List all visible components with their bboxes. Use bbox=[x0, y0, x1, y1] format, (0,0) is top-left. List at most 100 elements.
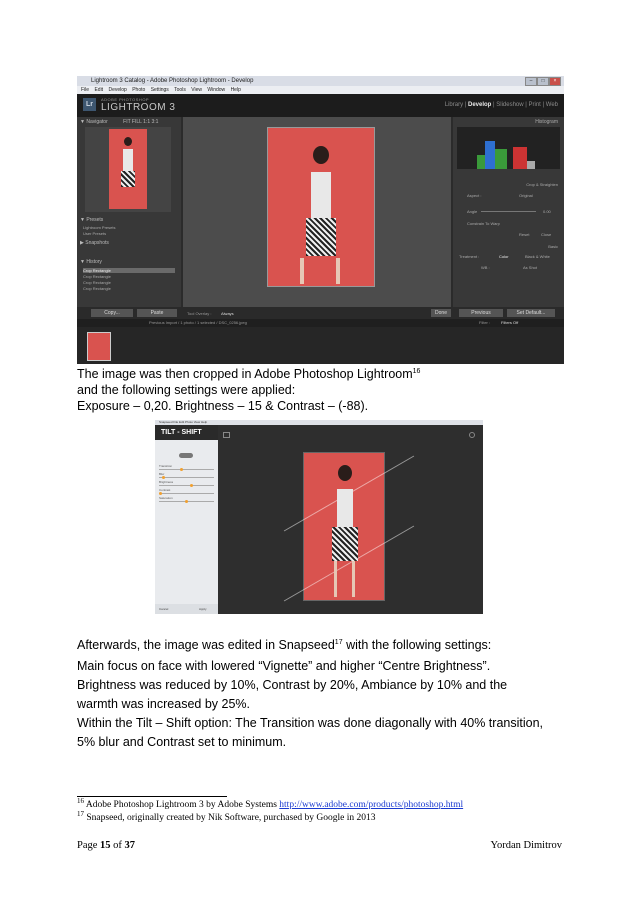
navigator-header[interactable]: ▼ Navigator FIT FILL 1:1 3:1 bbox=[80, 118, 178, 126]
menu-photo[interactable]: Photo bbox=[132, 87, 145, 93]
filmstrip-thumbnail[interactable] bbox=[87, 332, 111, 361]
page-label: Page bbox=[77, 840, 101, 851]
basic-header[interactable]: Basic bbox=[548, 244, 558, 249]
menu-edit[interactable]: Edit bbox=[94, 87, 103, 93]
sn-apply-button[interactable]: Apply bbox=[199, 604, 207, 614]
copy-button[interactable]: Copy... bbox=[91, 309, 133, 317]
subject-body bbox=[311, 172, 331, 218]
aspect-label: Aspect : bbox=[467, 193, 482, 198]
tool-overlay-value[interactable]: Always bbox=[221, 311, 234, 316]
search-icon[interactable] bbox=[469, 432, 475, 438]
slider-knob[interactable] bbox=[190, 484, 193, 487]
lr-window-title: Lightroom 3 Catalog - Adobe Photoshop Li… bbox=[91, 78, 254, 84]
previous-button[interactable]: Previous bbox=[459, 309, 503, 317]
paragraph-line: Exposure – 0,20. Brightness – 15 & Contr… bbox=[77, 399, 369, 413]
subject-leg bbox=[336, 258, 340, 284]
module-web[interactable]: Web bbox=[546, 102, 558, 108]
treatment-bw[interactable]: Black & White bbox=[525, 254, 550, 259]
history-item[interactable]: Crop Rectangle bbox=[83, 286, 175, 291]
slider-label: Transition bbox=[159, 464, 173, 468]
slider-knob[interactable] bbox=[185, 500, 188, 503]
filter-label: Filter : bbox=[479, 320, 491, 325]
filmstrip-header: Previous Import / 1 photo / 1 selected /… bbox=[77, 319, 564, 327]
subject-skirt bbox=[306, 218, 336, 256]
menu-window[interactable]: Window bbox=[207, 87, 225, 93]
page-of: of bbox=[110, 840, 125, 851]
slider-label: Saturation bbox=[159, 496, 173, 500]
module-print[interactable]: Print bbox=[529, 102, 541, 108]
paste-button[interactable]: Paste bbox=[137, 309, 177, 317]
filmstrip-path[interactable]: Previous Import / 1 photo / 1 selected /… bbox=[149, 320, 247, 325]
crop-reset-button[interactable]: Reset bbox=[519, 232, 529, 237]
close-button[interactable]: × bbox=[549, 77, 561, 86]
menu-settings[interactable]: Settings bbox=[151, 87, 169, 93]
module-picker: Library | Develop | Slideshow | Print | … bbox=[444, 102, 558, 108]
constrain-checkbox[interactable]: Constrain To Warp bbox=[467, 221, 500, 226]
menu-help[interactable]: Help bbox=[231, 87, 241, 93]
slider-knob[interactable] bbox=[180, 468, 183, 471]
treatment-label: Treatment : bbox=[459, 254, 480, 259]
footnote-separator bbox=[77, 796, 227, 797]
filter-value[interactable]: Filters Off bbox=[501, 319, 518, 327]
module-slideshow[interactable]: Slideshow bbox=[496, 102, 523, 108]
module-develop[interactable]: Develop bbox=[468, 102, 491, 108]
lr-toolbar: Copy... Paste Tool Overlay : Always Done… bbox=[77, 307, 564, 319]
snapshots-label: Snapshots bbox=[85, 240, 109, 246]
slider-label: Brightness bbox=[159, 480, 174, 484]
snapseed-photo[interactable] bbox=[283, 452, 415, 602]
subject-head bbox=[124, 137, 132, 146]
body-text: Afterwards, the image was edited in Snap… bbox=[77, 638, 335, 652]
crop-tool-title: Crop & Straighten bbox=[526, 182, 558, 187]
lr-logo-icon: Lr bbox=[83, 98, 96, 111]
crop-close-button[interactable]: Close bbox=[541, 232, 551, 237]
footnote-text: Adobe Photoshop Lightroom 3 by Adobe Sys… bbox=[84, 800, 280, 810]
maximize-button[interactable]: □ bbox=[537, 77, 549, 86]
subject-leg bbox=[334, 561, 337, 597]
lr-menubar: File Edit Develop Photo Settings Tools V… bbox=[77, 86, 564, 94]
cropped-photo[interactable] bbox=[267, 127, 375, 287]
treatment-color[interactable]: Color bbox=[499, 254, 509, 259]
lr-left-panel: ▼ Navigator FIT FILL 1:1 3:1 ▼ Presets L… bbox=[77, 117, 181, 307]
angle-value[interactable]: 0.00 bbox=[543, 209, 551, 214]
navigator-zoom[interactable]: FIT FILL 1:1 3:1 bbox=[123, 119, 158, 125]
slider-knob[interactable] bbox=[162, 476, 165, 479]
menu-view[interactable]: View bbox=[191, 87, 202, 93]
set-default-button[interactable]: Set Default... bbox=[507, 309, 555, 317]
angle-slider[interactable] bbox=[481, 211, 536, 212]
preset-item[interactable]: Lightroom Presets bbox=[83, 225, 175, 230]
done-button[interactable]: Done bbox=[431, 309, 451, 317]
paragraph-line: Afterwards, the image was edited in Snap… bbox=[77, 637, 491, 653]
preset-item[interactable]: User Presets bbox=[83, 231, 175, 236]
menu-develop[interactable]: Develop bbox=[108, 87, 126, 93]
tilt-shift-toggle[interactable] bbox=[179, 453, 193, 458]
sn-cancel-button[interactable]: Cancel bbox=[159, 607, 168, 611]
histogram-header[interactable]: Histogram bbox=[535, 119, 558, 125]
wb-value[interactable]: As Shot bbox=[523, 265, 537, 270]
footnote-link[interactable]: http://www.adobe.com/products/photoshop.… bbox=[279, 800, 463, 810]
compare-icon[interactable] bbox=[223, 432, 230, 438]
page-current: 15 bbox=[100, 840, 111, 851]
navigator-preview[interactable] bbox=[85, 127, 171, 212]
history-item[interactable]: Crop Rectangle bbox=[83, 274, 175, 279]
snapshots-header[interactable]: ▶ Snapshots bbox=[80, 239, 178, 247]
sn-tool-title: TILT - SHIFT bbox=[155, 425, 218, 440]
module-library[interactable]: Library bbox=[445, 102, 463, 108]
sn-bottom-bar: Cancel Apply bbox=[155, 604, 218, 614]
brightness-slider[interactable] bbox=[159, 484, 214, 487]
lr-right-panel: Histogram Crop & Straighten Aspect : Ori… bbox=[453, 117, 564, 307]
history-item[interactable]: Crop Rectangle bbox=[83, 280, 175, 285]
menu-file[interactable]: File bbox=[81, 87, 89, 93]
history-header[interactable]: ▼ History bbox=[80, 258, 178, 266]
menu-tools[interactable]: Tools bbox=[174, 87, 186, 93]
minimize-button[interactable]: – bbox=[525, 77, 537, 86]
saturation-slider[interactable] bbox=[159, 500, 214, 503]
presets-header[interactable]: ▼ Presets bbox=[80, 216, 178, 224]
history-label: History bbox=[86, 259, 102, 265]
transition-slider[interactable] bbox=[159, 468, 214, 471]
sn-menu[interactable]: File Edit Photo View Help bbox=[173, 420, 207, 424]
history-item[interactable]: Crop Rectangle bbox=[83, 268, 175, 273]
blur-slider[interactable] bbox=[159, 476, 214, 479]
contrast-slider[interactable] bbox=[159, 492, 214, 495]
slider-knob[interactable] bbox=[159, 492, 162, 495]
aspect-value[interactable]: Original bbox=[519, 193, 533, 198]
